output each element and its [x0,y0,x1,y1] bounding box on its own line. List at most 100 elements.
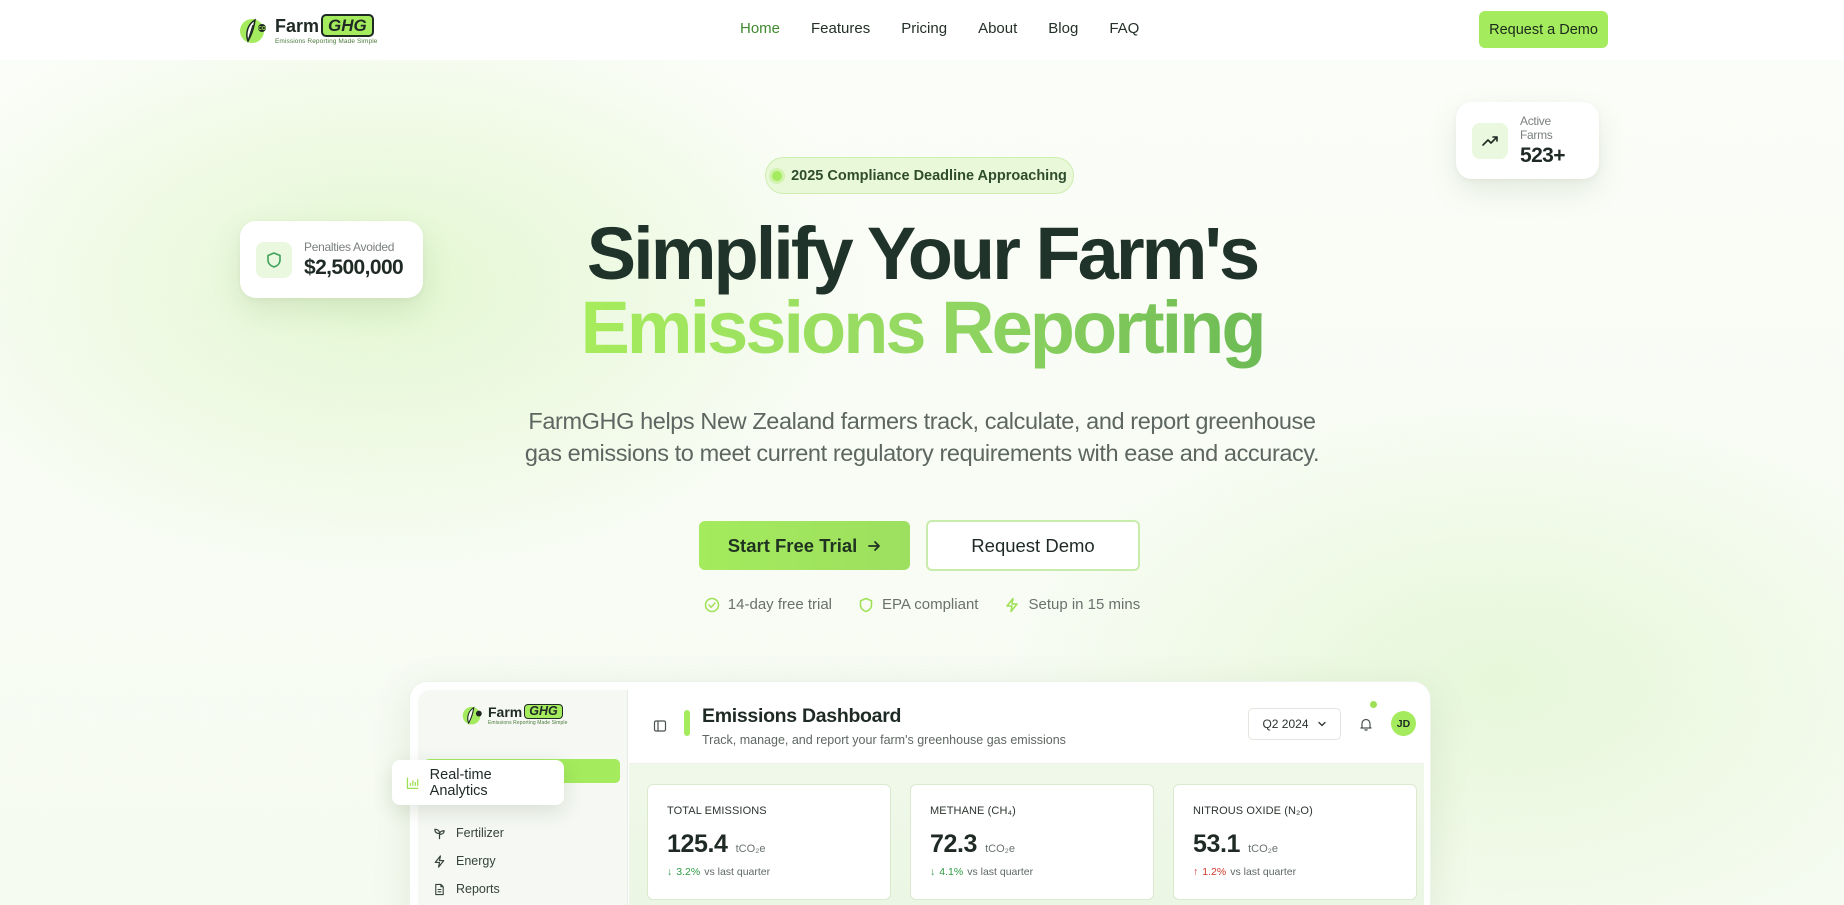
nav-link-home[interactable]: Home [740,20,780,37]
start-free-trial-button[interactable]: Start Free Trial [699,521,910,570]
metric-change: ↓ 4.1% vs last quarter [930,866,1134,878]
check-circle-icon [704,597,720,612]
metric-card-total: TOTAL EMISSIONS 125.4 tCO₂e ↓ 3.2% vs la… [647,784,891,900]
metric-value: 53.1 [1193,830,1241,858]
lightning-icon [1006,597,1019,612]
arrow-down-icon: ↓ [667,866,673,878]
active-farms-icon-box [1472,122,1508,159]
leaf-logo-icon [462,706,482,725]
nav-link-about[interactable]: About [978,20,1017,37]
sidebar-brand-farm: Farm [488,703,523,720]
metric-change: ↑ 1.2% vs last quarter [1193,866,1397,878]
status-dot-icon [772,170,783,181]
leaf-logo-icon: CO [240,18,266,43]
nav-link-pricing[interactable]: Pricing [901,20,947,37]
dashboard-body: TOTAL EMISSIONS 125.4 tCO₂e ↓ 3.2% vs la… [629,764,1424,905]
trending-up-icon [1482,135,1498,146]
compliance-badge-text: 2025 Compliance Deadline Approaching [791,167,1067,184]
metric-label: TOTAL EMISSIONS [667,805,767,817]
sidebar-item-label: Energy [456,854,496,868]
active-farms-card: Active Farms 523+ [1456,102,1599,179]
bell-icon[interactable] [1358,716,1374,732]
top-nav: CO Farm GHG Emissions Reporting Made Sim… [0,0,1844,60]
sidebar-toggle-icon[interactable] [653,719,667,733]
metric-value-row: 72.3 tCO₂e [930,830,1134,859]
sidebar-brand-ghg: GHG [524,704,563,719]
metric-change-pct: 1.2% [1202,866,1227,878]
period-select[interactable]: Q2 2024 [1248,708,1341,740]
brand-name-ghg: GHG [321,14,374,37]
document-icon [435,883,444,895]
metric-change-pct: 3.2% [676,866,701,878]
notification-dot [1370,701,1377,708]
penalties-icon-box [256,241,292,278]
arrow-down-icon: ↓ [930,866,936,878]
brand-name-farm: Farm [275,15,320,36]
dashboard-header: Emissions Dashboard Track, manage, and r… [629,690,1424,764]
feature-setup-time: Setup in 15 mins [1004,596,1140,613]
hero-subtitle: FarmGHG helps New Zealand farmers track,… [524,408,1320,466]
sidebar-item-energy[interactable]: Energy [433,854,496,868]
active-farms-label: Active Farms [1520,113,1553,142]
arrow-up-icon: ↑ [1193,866,1199,878]
metric-value-row: 125.4 tCO₂e [667,830,871,859]
svg-text:CO: CO [258,26,266,32]
feature-epa-compliant-text: EPA compliant [882,596,979,613]
hero-headline-line2: Emissions Reporting [0,286,1844,370]
hero-headline-highlight: Emissions Reporting [580,286,1266,369]
sidebar-item-reports[interactable]: Reports [433,882,500,896]
penalties-avoided-card: Penalties Avoided $2,500,000 [240,221,423,298]
dashboard-subtitle: Track, manage, and report your farm's gr… [702,733,1066,747]
metric-change-compare: vs last quarter [967,866,1034,878]
request-demo-button[interactable]: Request Demo [926,520,1140,571]
metric-card-methane: METHANE (CH₄) 72.3 tCO₂e ↓ 4.1% vs last … [910,784,1154,900]
realtime-analytics-badge: Real-time Analytics [392,760,564,805]
metric-value: 125.4 [667,830,728,858]
metric-change-compare: vs last quarter [1230,866,1297,878]
metric-unit: tCO₂e [1248,843,1279,855]
hero-feature-list: 14-day free trial EPA compliant Setup in… [0,596,1844,613]
feature-setup-time-text: Setup in 15 mins [1028,596,1141,613]
period-select-value: Q2 2024 [1262,717,1309,731]
title-accent-bar [684,710,690,736]
sidebar-brand-tagline: Emissions Reporting Made Simple [488,719,568,726]
request-demo-nav-button[interactable]: Request a Demo [1479,11,1608,48]
chevron-down-icon [1317,721,1326,727]
nav-link-faq[interactable]: FAQ [1109,20,1139,37]
nav-links: Home Features Pricing About Blog FAQ [740,20,1170,37]
metric-change-pct: 4.1% [939,866,964,878]
compliance-badge: 2025 Compliance Deadline Approaching [765,157,1074,194]
metric-unit: tCO₂e [985,843,1016,855]
shield-icon [267,251,281,268]
feature-free-trial: 14-day free trial [704,596,832,613]
nav-link-features[interactable]: Features [811,20,870,37]
brand-tagline: Emissions Reporting Made Simple [275,38,378,45]
metric-value: 72.3 [930,830,978,858]
sidebar-item-label: Reports [456,882,500,896]
dashboard-title: Emissions Dashboard [702,705,902,727]
sidebar-item-label: Fertilizer [456,826,504,840]
bar-chart-icon [406,777,419,789]
feature-epa-compliant: EPA compliant [858,596,978,613]
sprout-icon [434,828,445,839]
metric-unit: tCO₂e [735,843,766,855]
metric-label: METHANE (CH₄) [930,805,1016,817]
user-avatar[interactable]: JD [1391,711,1416,736]
nav-link-blog[interactable]: Blog [1048,20,1078,37]
feature-free-trial-text: 14-day free trial [727,596,833,613]
brand-logo[interactable]: CO Farm GHG Emissions Reporting Made Sim… [239,14,377,46]
realtime-analytics-text: Real-time Analytics [429,766,492,799]
sidebar-item-fertilizer[interactable]: Fertilizer [433,826,504,840]
sidebar-brand-logo: Farm GHG Emissions Reporting Made Simple [462,704,568,726]
metric-label: NITROUS OXIDE (N₂O) [1193,805,1313,817]
arrow-right-icon [868,540,881,551]
penalties-value: $2,500,000 [304,255,404,279]
active-farms-value: 523+ [1520,143,1566,167]
lightning-icon [434,854,445,868]
metric-change: ↓ 3.2% vs last quarter [667,866,871,878]
dashboard-main: Emissions Dashboard Track, manage, and r… [629,690,1424,905]
metric-card-nitrous: NITROUS OXIDE (N₂O) 53.1 tCO₂e ↑ 1.2% vs… [1173,784,1417,900]
shield-icon [859,597,873,612]
start-free-trial-label: Start Free Trial [727,534,858,556]
metric-change-compare: vs last quarter [704,866,771,878]
